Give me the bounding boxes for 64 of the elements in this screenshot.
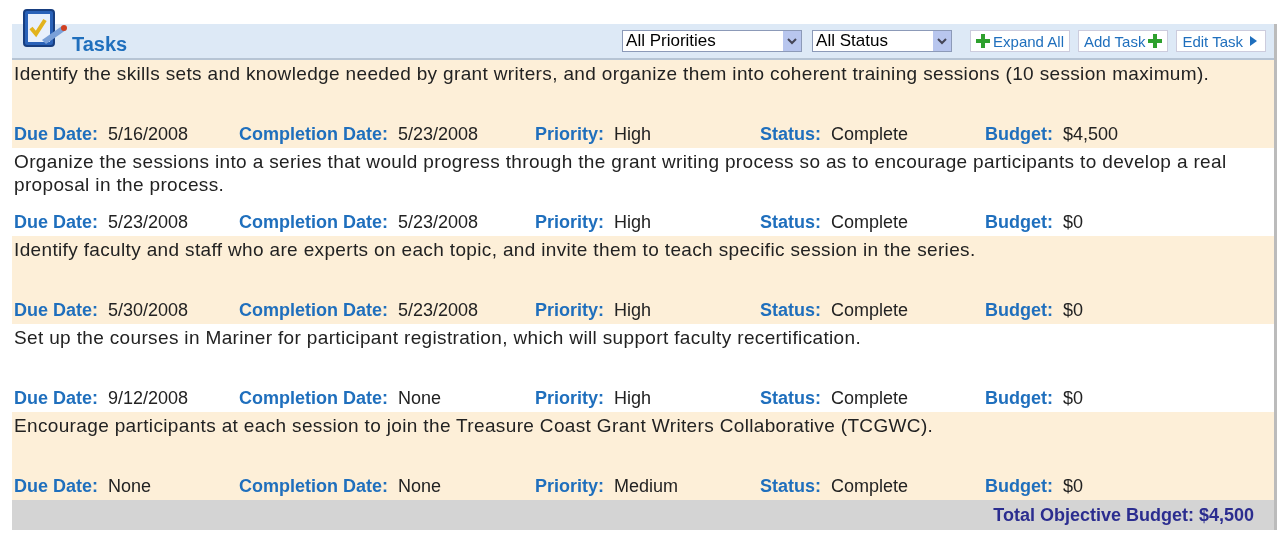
field-label: Budget: xyxy=(985,299,1053,322)
field-label: Priority: xyxy=(535,475,604,498)
field-label: Status: xyxy=(760,475,821,498)
task-description: Identify faculty and staff who are experts on each topic, and invite them to teach specific session in the series. xyxy=(14,238,977,261)
section-title: Tasks xyxy=(72,31,129,56)
task-description: Identify the skills sets and knowledge needed by grant writers, and organize them into coherent training sessions (10 session maximum). xyxy=(14,62,1211,85)
task-description: Set up the courses in Mariner for participant registration, which will support faculty recertification. xyxy=(14,326,863,349)
field-label: Completion Date: xyxy=(239,123,388,146)
field-value: 5/23/2008 xyxy=(108,211,189,234)
field-value: None xyxy=(398,387,442,410)
field-label: Budget: xyxy=(985,211,1053,234)
field-label: Completion Date: xyxy=(239,211,388,234)
field-value: High xyxy=(614,299,652,322)
field-label: Budget: xyxy=(985,475,1053,498)
field-value: $0 xyxy=(1063,211,1083,234)
task-description: Encourage participants at each session to join the Treasure Coast Grant Writers Collaborative (TCGWC). xyxy=(14,414,935,437)
field-label: Status: xyxy=(760,123,821,146)
field-value: Complete xyxy=(831,299,909,322)
field-label: Due Date: xyxy=(14,387,98,410)
total-budget: Total Objective Budget: $4,500 xyxy=(993,504,1254,526)
field-label: Due Date: xyxy=(14,299,98,322)
field-label: Status: xyxy=(760,211,821,234)
field-value: Complete xyxy=(831,123,909,146)
field-label: Priority: xyxy=(535,123,604,146)
field-value: None xyxy=(398,475,442,498)
field-label: Due Date: xyxy=(14,211,98,234)
field-value: Complete xyxy=(831,387,909,410)
field-value: High xyxy=(614,211,652,234)
filter-dropdown[interactable]: All Status xyxy=(812,30,953,52)
field-value: 5/23/2008 xyxy=(398,299,479,322)
field-label: Due Date: xyxy=(14,123,98,146)
field-value: $0 xyxy=(1063,299,1083,322)
expand-all-button[interactable]: Expand All xyxy=(970,30,1070,52)
field-label: Priority: xyxy=(535,299,604,322)
field-value: 5/30/2008 xyxy=(108,299,189,322)
plus-icon xyxy=(1148,34,1163,48)
field-value: Medium xyxy=(614,475,679,498)
field-value: Complete xyxy=(831,475,909,498)
field-label: Status: xyxy=(760,299,821,322)
field-label: Priority: xyxy=(535,211,604,234)
add-task-button[interactable]: Add Task xyxy=(1077,30,1169,52)
field-value: 9/12/2008 xyxy=(108,387,189,410)
field-value: $0 xyxy=(1063,387,1083,410)
field-value: None xyxy=(108,475,152,498)
plus-icon xyxy=(976,34,991,48)
field-value: $4,500 xyxy=(1063,123,1119,146)
field-label: Budget: xyxy=(985,123,1053,146)
field-value: High xyxy=(614,123,652,146)
field-label: Status: xyxy=(760,387,821,410)
filter-dropdown[interactable]: All Priorities xyxy=(622,30,803,52)
field-value: 5/16/2008 xyxy=(108,123,189,146)
field-label: Budget: xyxy=(985,387,1053,410)
field-value: $0 xyxy=(1063,475,1083,498)
field-label: Completion Date: xyxy=(239,475,388,498)
field-label: Completion Date: xyxy=(239,299,388,322)
field-value: Complete xyxy=(831,211,909,234)
task-description: Organize the sessions into a series that would progress through the grant writing process so as to encourage participants to develop a real proposal in the process. xyxy=(14,150,1228,196)
edit-task-button[interactable]: Edit Task xyxy=(1176,30,1266,52)
field-value: 5/23/2008 xyxy=(398,211,479,234)
field-label: Priority: xyxy=(535,387,604,410)
field-label: Due Date: xyxy=(14,475,98,498)
field-value: High xyxy=(614,387,652,410)
field-value: 5/23/2008 xyxy=(398,123,479,146)
field-label: Completion Date: xyxy=(239,387,388,410)
